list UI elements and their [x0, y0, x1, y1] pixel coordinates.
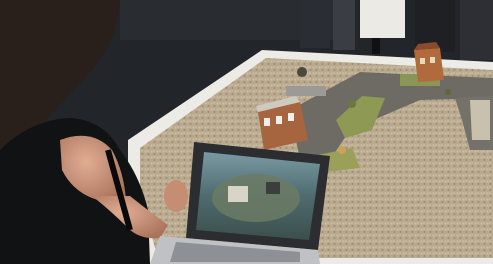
photo-illustration [0, 0, 493, 264]
photo-scene [0, 0, 493, 264]
screen-terrain [212, 174, 300, 222]
hand [164, 180, 188, 212]
screen-building [228, 186, 248, 202]
screen-building-dark [266, 182, 280, 194]
